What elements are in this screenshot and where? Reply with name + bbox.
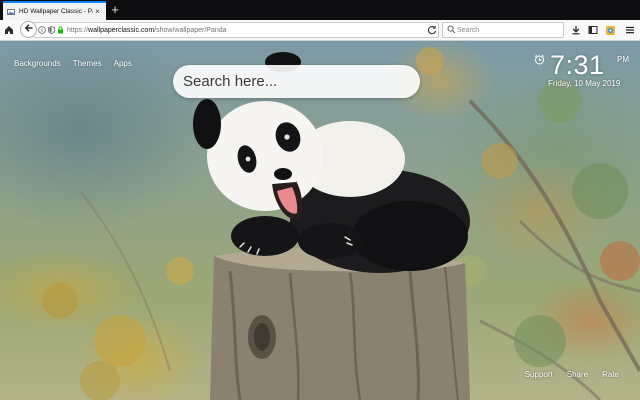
rate-link[interactable]: Rate bbox=[602, 370, 619, 379]
tab-strip: HD Wallpaper Classic - Panda × + bbox=[0, 0, 640, 20]
search-icon bbox=[447, 25, 456, 37]
back-icon bbox=[24, 23, 34, 36]
new-tab-button[interactable]: + bbox=[108, 3, 122, 17]
share-link[interactable]: Share bbox=[567, 370, 588, 379]
clock-date: Friday, 10 May 2019 bbox=[548, 79, 621, 88]
navigation-toolbar: https://wallpaperclassic.com/show/wallpa… bbox=[0, 20, 640, 41]
nav-apps-link[interactable]: Apps bbox=[114, 59, 132, 68]
tab-title: HD Wallpaper Classic - Panda bbox=[19, 8, 93, 15]
tab-close-icon[interactable]: × bbox=[93, 7, 102, 16]
extension-icon[interactable] bbox=[603, 23, 617, 37]
info-icon[interactable] bbox=[38, 25, 46, 37]
clock-time: 7:31 bbox=[550, 50, 605, 80]
downloads-icon[interactable] bbox=[569, 23, 583, 37]
nav-themes-link[interactable]: Themes bbox=[73, 59, 102, 68]
url-bar[interactable]: https://wallpaperclassic.com/show/wallpa… bbox=[33, 22, 439, 38]
tracking-shield-icon[interactable] bbox=[48, 25, 55, 37]
lock-icon[interactable] bbox=[57, 25, 64, 37]
clock-widget: 7:31 PM Friday, 10 May 2019 bbox=[526, 51, 636, 95]
search-input[interactable] bbox=[183, 71, 408, 92]
browser-tab[interactable]: HD Wallpaper Classic - Panda × bbox=[3, 1, 106, 20]
wallpaper-page: Backgrounds Themes Apps 7:31 PM Friday, … bbox=[0, 41, 640, 400]
url-text[interactable]: https://wallpaperclassic.com/show/wallpa… bbox=[67, 25, 227, 36]
search-bar[interactable]: Search bbox=[442, 22, 564, 38]
nav-backgrounds-link[interactable]: Backgrounds bbox=[14, 59, 61, 68]
alarm-clock-icon[interactable] bbox=[534, 54, 545, 65]
home-icon[interactable] bbox=[2, 23, 16, 37]
reload-icon[interactable] bbox=[426, 24, 438, 36]
back-button[interactable] bbox=[20, 21, 37, 38]
library-icon[interactable] bbox=[586, 23, 600, 37]
search-box bbox=[173, 65, 420, 98]
top-navigation: Backgrounds Themes Apps bbox=[14, 59, 132, 68]
search-bar-placeholder: Search bbox=[457, 27, 480, 34]
clock-period: PM bbox=[617, 55, 629, 64]
wallpaper-favicon-icon bbox=[7, 8, 15, 16]
menu-icon[interactable] bbox=[623, 23, 637, 37]
support-link[interactable]: Support bbox=[525, 370, 553, 379]
footer-links: Support Share Rate bbox=[525, 370, 619, 379]
